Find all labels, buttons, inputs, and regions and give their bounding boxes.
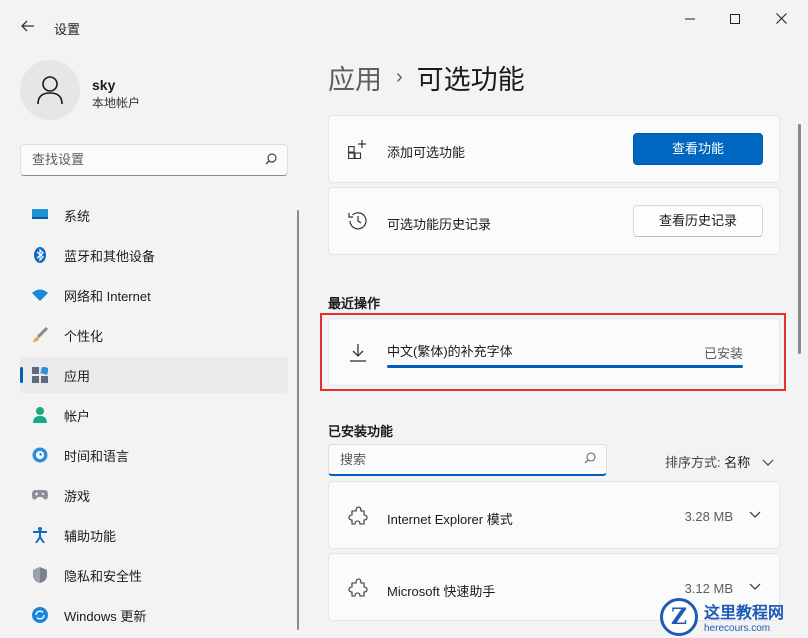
puzzle-icon [347,505,369,527]
add-feature-card: 添加可选功能 查看功能 [328,115,780,183]
bluetooth-icon [32,247,48,263]
chevron-down-icon[interactable] [749,510,761,522]
installed-search-placeholder: 搜索 [340,452,367,467]
watermark-url: herecours.com [704,623,771,634]
avatar[interactable] [20,60,80,120]
add-feature-label: 添加可选功能 [387,145,466,160]
sidebar-item-label: 系统 [64,208,91,224]
sidebar-item-label: Windows 更新 [64,608,147,624]
sidebar-item-label: 隐私和安全性 [64,568,143,584]
feature-name: Internet Explorer 模式 [387,512,513,527]
history-icon [347,210,369,232]
sidebar-nav: 系统 蓝牙和其他设备 网络和 Internet 个性化 应用 帐户 时间和语言 … [20,197,288,637]
view-features-button[interactable]: 查看功能 [633,133,763,165]
sidebar-item-label: 个性化 [64,328,104,344]
settings-search-input[interactable]: 查找设置 [20,144,288,176]
user-name: sky [92,77,116,93]
sidebar-item-bluetooth[interactable]: 蓝牙和其他设备 [20,237,288,273]
watermark-logo-letter: Z [670,603,688,630]
sidebar-item-system[interactable]: 系统 [20,197,288,233]
close-button[interactable] [761,8,801,30]
content-scrollbar[interactable] [798,124,801,354]
user-account-type: 本地帐户 [92,96,141,110]
minimize-button[interactable] [670,8,710,30]
sort-label: 排序方式: [665,455,721,470]
globe-clock-icon [32,447,48,463]
add-apps-icon [347,138,369,160]
sidebar-item-label: 辅助功能 [64,528,117,544]
back-arrow-icon[interactable] [14,14,42,40]
watermark: Z 这里教程网 herecours.com [660,595,808,638]
installed-search-input[interactable]: 搜索 [328,444,607,476]
chevron-down-icon [762,458,774,470]
brush-icon [32,327,48,343]
watermark-text: 这里教程网 herecours.com [704,599,784,634]
sort-dropdown[interactable]: 排序方式: 名称 [665,452,774,471]
sidebar-item-accessibility[interactable]: 辅助功能 [20,517,288,553]
sidebar-item-label: 游戏 [64,488,91,504]
title-bar: 设置 [0,0,808,48]
wifi-icon [32,287,48,303]
breadcrumb: 应用 › 可选功能 [328,58,525,97]
page-title: 可选功能 [416,65,525,95]
chevron-down-icon[interactable] [749,582,761,594]
watermark-title: 这里教程网 [704,603,785,622]
breadcrumb-separator: › [396,66,403,88]
search-icon [584,445,596,475]
sidebar-item-label: 蓝牙和其他设备 [64,248,156,264]
sidebar-item-windows-update[interactable]: Windows 更新 [20,597,288,633]
settings-search-placeholder: 查找设置 [32,152,85,167]
sort-value: 名称 [724,455,751,470]
search-icon [265,145,277,175]
feature-name: Microsoft 快速助手 [387,584,496,599]
highlight-box [320,313,786,391]
sidebar-scrollbar[interactable] [297,210,299,630]
sidebar-item-privacy[interactable]: 隐私和安全性 [20,557,288,593]
sidebar-item-label: 帐户 [64,408,91,424]
sidebar-item-time-language[interactable]: 时间和语言 [20,437,288,473]
sidebar-item-label: 应用 [64,368,91,384]
sidebar-item-apps[interactable]: 应用 [20,357,288,393]
person-icon [32,407,48,423]
view-history-button[interactable]: 查看历史记录 [633,205,763,237]
sidebar-item-network[interactable]: 网络和 Internet [20,277,288,313]
sidebar-item-gaming[interactable]: 游戏 [20,477,288,513]
feature-history-card: 可选功能历史记录 查看历史记录 [328,187,780,255]
installed-feature-item[interactable]: Internet Explorer 模式 3.28 MB [328,481,780,549]
feature-size: 3.12 MB [684,581,733,596]
gamepad-icon [32,487,48,503]
sidebar-item-accounts[interactable]: 帐户 [20,397,288,433]
sidebar-item-label: 网络和 Internet [64,288,151,304]
update-icon [32,607,48,623]
accessibility-icon [32,527,48,543]
person-icon [37,76,63,105]
monitor-icon [32,207,48,223]
apps-icon [32,367,48,383]
breadcrumb-parent[interactable]: 应用 [328,58,382,97]
app-title: 设置 [54,22,81,37]
installed-features-heading: 已安装功能 [328,424,394,439]
feature-size: 3.28 MB [684,509,733,524]
sidebar-item-personalization[interactable]: 个性化 [20,317,288,353]
active-indicator [20,367,23,383]
puzzle-icon [347,577,369,599]
watermark-logo: Z [660,597,698,636]
shield-icon [32,567,48,583]
recent-actions-heading: 最近操作 [328,296,381,311]
maximize-button[interactable] [715,8,755,30]
feature-history-label: 可选功能历史记录 [387,217,492,232]
sidebar-item-label: 时间和语言 [64,448,130,464]
